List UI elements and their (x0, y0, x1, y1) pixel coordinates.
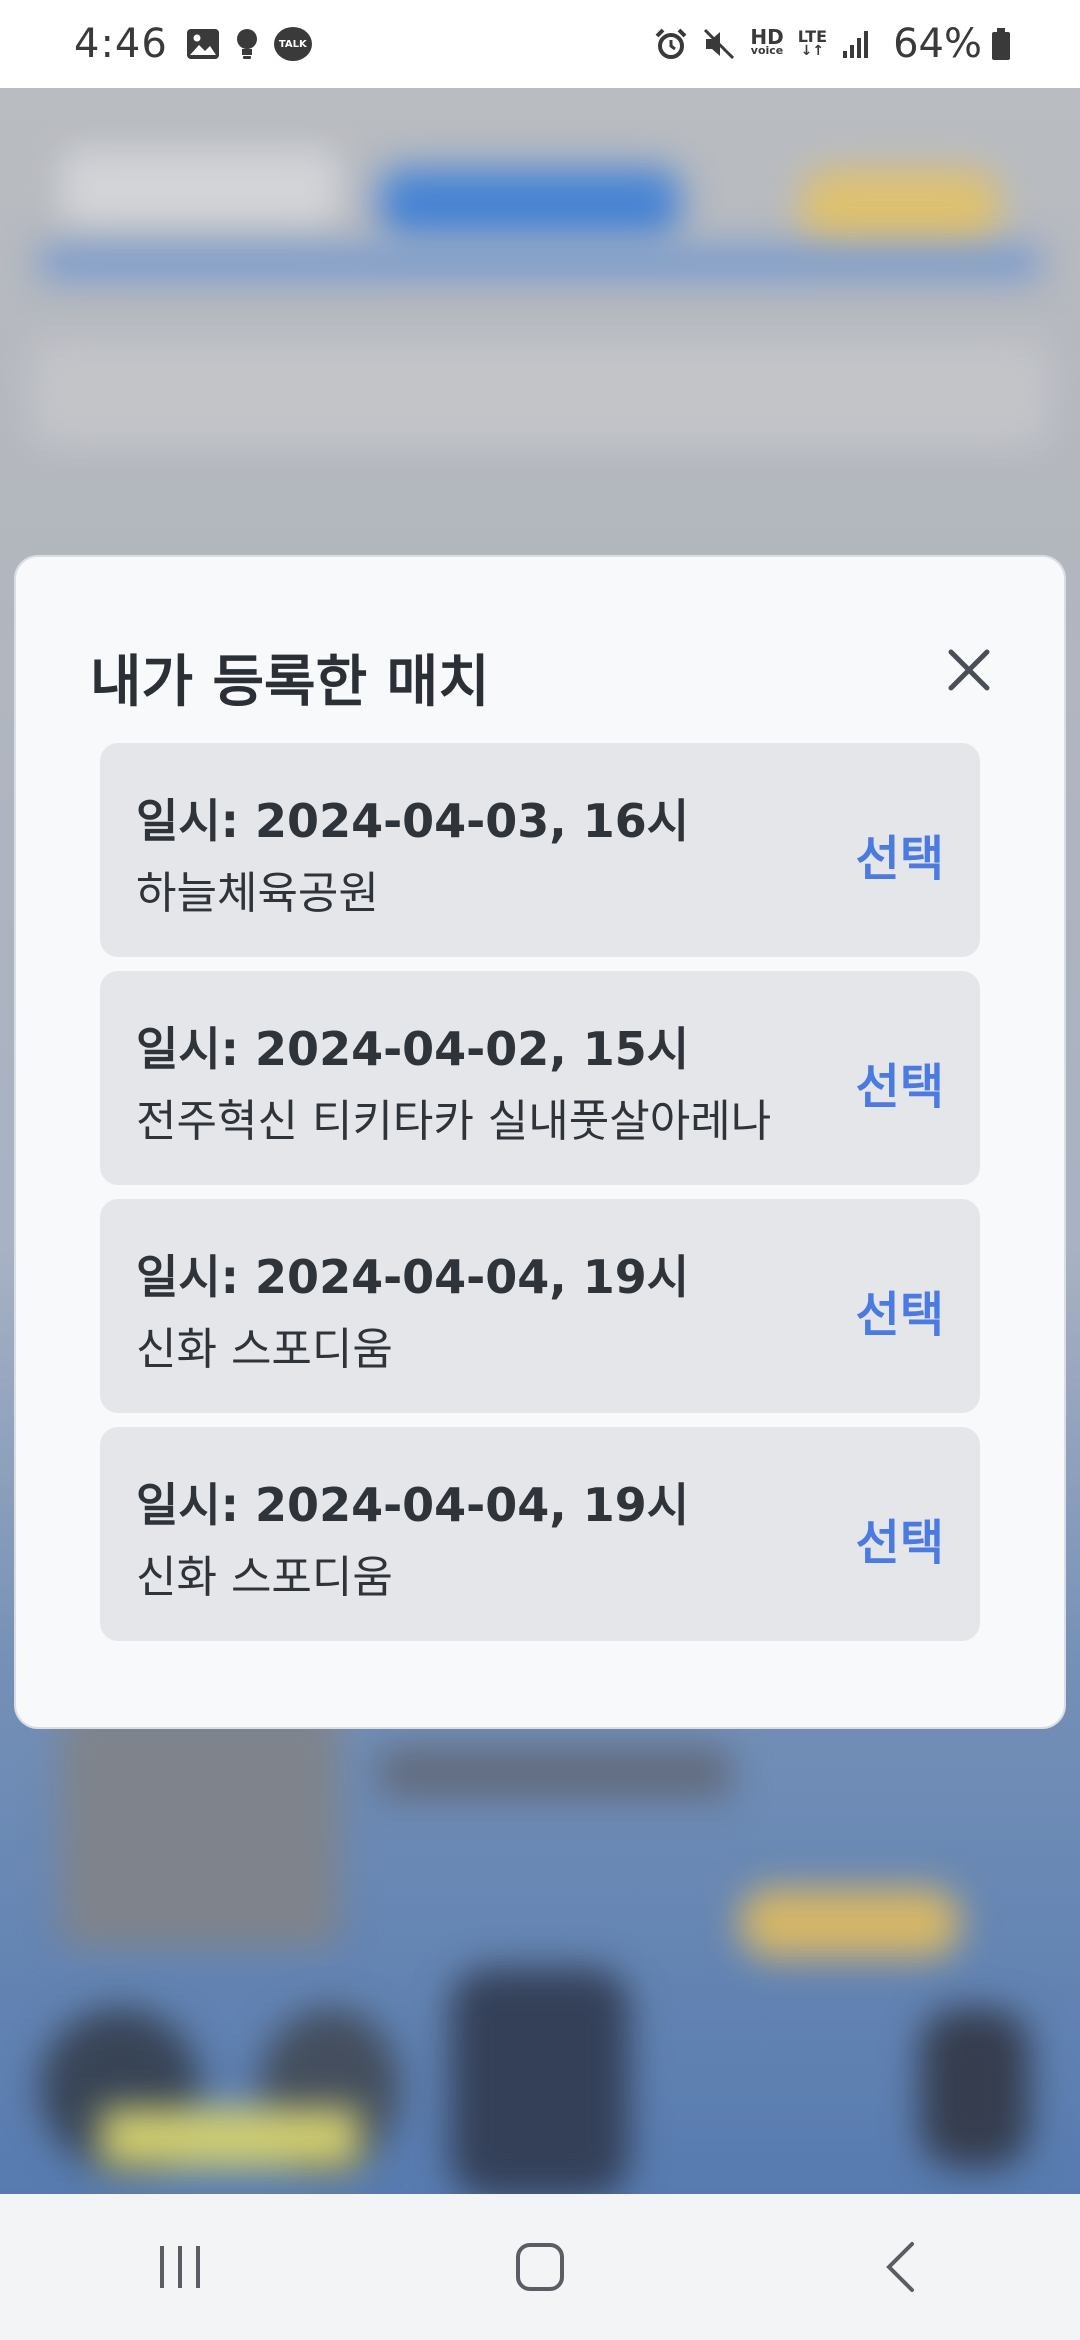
match-venue: 하늘체육공원 (136, 868, 379, 919)
screen: 4:46 TALK HD voice LTE ↓↑ 64% 내가 등록한 매치 … (0, 0, 1080, 2340)
lte-icon: LTE ↓↑ (797, 27, 828, 59)
select-button[interactable]: 선택 (856, 1275, 944, 1345)
mute-icon (702, 27, 736, 61)
navigation-bar (0, 2194, 1080, 2340)
status-time: 4:46 (74, 21, 168, 67)
talk-icon: TALK (273, 27, 312, 61)
match-venue: 신화 스포디움 (136, 1324, 393, 1375)
match-venue: 신화 스포디움 (136, 1552, 393, 1603)
close-icon (948, 649, 990, 691)
my-matches-modal: 내가 등록한 매치 일시: 2024-04-03, 16시 하늘체육공원 선택 … (14, 555, 1066, 1729)
talk-badge-label: TALK (273, 27, 312, 61)
hd-label: HD (750, 25, 784, 49)
select-button[interactable]: 선택 (856, 1047, 944, 1117)
match-list: 일시: 2024-04-03, 16시 하늘체육공원 선택 일시: 2024-0… (100, 743, 980, 1655)
status-left: 4:46 TALK (74, 21, 326, 67)
modal-title: 내가 등록한 매치 (90, 650, 490, 715)
lte-arrows: ↓↑ (800, 43, 825, 59)
match-date: 일시: 2024-04-03, 16시 (136, 794, 690, 848)
status-right: HD voice LTE ↓↑ 64% (654, 21, 1012, 67)
hd-voice-icon: HD voice (750, 25, 784, 58)
home-button[interactable] (480, 2207, 600, 2327)
battery-icon (990, 27, 1012, 61)
recent-apps-button[interactable] (120, 2207, 240, 2327)
match-date: 일시: 2024-04-04, 19시 (136, 1250, 690, 1304)
battery-percent: 64% (893, 21, 982, 67)
home-icon (516, 2243, 564, 2291)
match-card[interactable]: 일시: 2024-04-03, 16시 하늘체육공원 선택 (100, 743, 980, 957)
lte-label: LTE (797, 27, 828, 46)
status-bar: 4:46 TALK HD voice LTE ↓↑ 64% (0, 0, 1080, 88)
match-date: 일시: 2024-04-02, 15시 (136, 1022, 690, 1076)
bulb-icon (234, 27, 260, 61)
back-icon (886, 2242, 914, 2292)
match-card[interactable]: 일시: 2024-04-04, 19시 신화 스포디움 선택 (100, 1199, 980, 1413)
gallery-icon (186, 28, 220, 60)
recent-apps-icon (160, 2246, 200, 2288)
match-venue: 전주혁신 티키타카 실내풋살아레나 (136, 1096, 772, 1147)
signal-icon (841, 29, 871, 59)
voice-label: voice (750, 44, 784, 57)
match-card[interactable]: 일시: 2024-04-02, 15시 전주혁신 티키타카 실내풋살아레나 선택 (100, 971, 980, 1185)
back-button[interactable] (840, 2207, 960, 2327)
match-card[interactable]: 일시: 2024-04-04, 19시 신화 스포디움 선택 (100, 1427, 980, 1641)
alarm-icon (654, 27, 688, 61)
match-date: 일시: 2024-04-04, 19시 (136, 1478, 690, 1532)
select-button[interactable]: 선택 (856, 819, 944, 889)
close-button[interactable] (934, 635, 1004, 705)
select-button[interactable]: 선택 (856, 1503, 944, 1573)
